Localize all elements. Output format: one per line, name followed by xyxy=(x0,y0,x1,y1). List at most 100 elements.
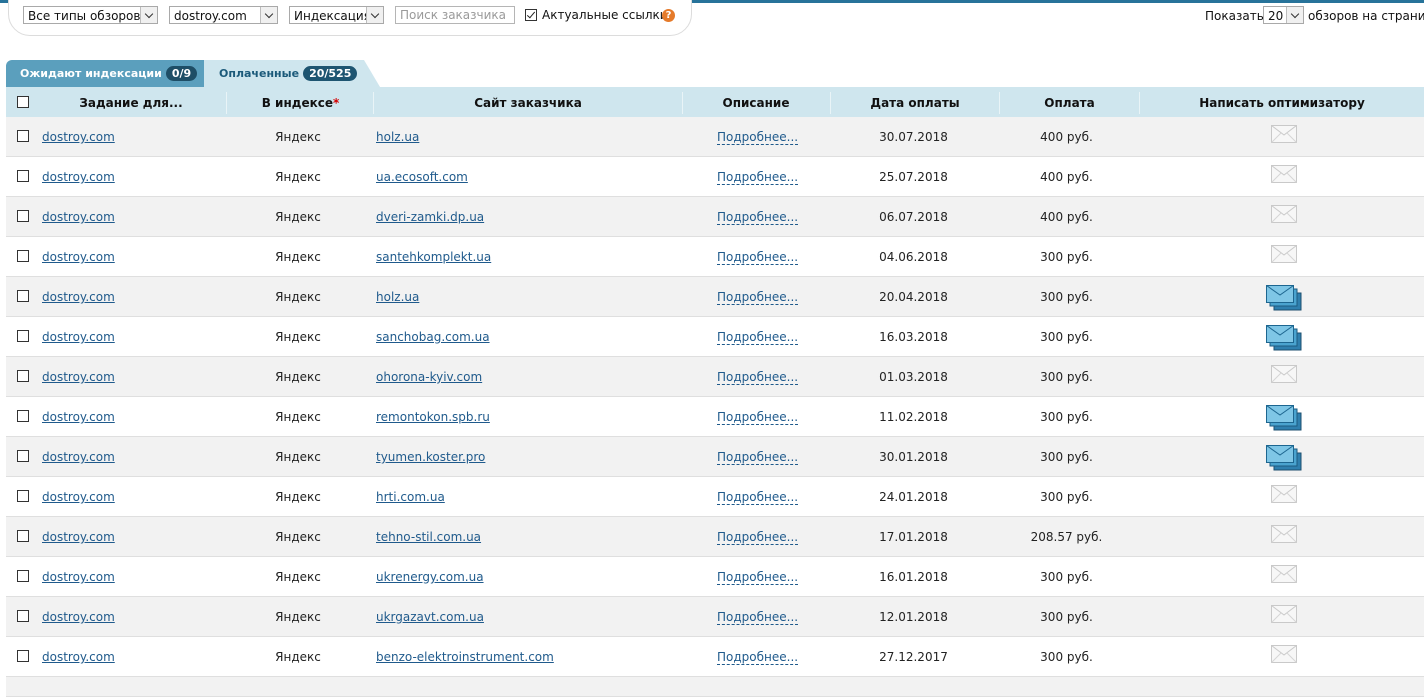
task-link[interactable]: dostroy.com xyxy=(42,397,115,436)
task-link[interactable]: dostroy.com xyxy=(42,637,115,676)
details-link[interactable]: Подробнее... xyxy=(717,330,799,345)
header-in-index[interactable]: В индексе* xyxy=(228,87,373,117)
customer-site-link[interactable]: sanchobag.com.ua xyxy=(376,317,490,356)
task-link[interactable]: dostroy.com xyxy=(42,557,115,596)
header-customer-site[interactable]: Сайт заказчика xyxy=(374,87,682,117)
grey-envelope-icon[interactable] xyxy=(1271,125,1297,143)
customer-site-link[interactable]: benzo-elektroinstrument.com xyxy=(376,637,554,676)
row-checkbox[interactable] xyxy=(17,570,29,582)
blue-envelopes-icon[interactable] xyxy=(1266,325,1302,351)
customer-site-link[interactable]: ua.ecosoft.com xyxy=(376,157,468,196)
table-row: dostroy.com Яндекс remontokon.spb.ru Под… xyxy=(6,397,1424,437)
grey-envelope-icon[interactable] xyxy=(1271,605,1297,623)
table-row: dostroy.com Яндекс santehkomplekt.ua Под… xyxy=(6,237,1424,277)
details-link[interactable]: Подробнее... xyxy=(717,410,799,425)
blue-envelopes-icon[interactable] xyxy=(1266,445,1302,471)
customer-site-link[interactable]: holz.ua xyxy=(376,117,419,156)
header-write-optimizer: Написать оптимизатору xyxy=(1199,96,1365,110)
payment-amount: 300 руб. xyxy=(1040,290,1093,304)
help-icon[interactable]: ? xyxy=(662,9,675,22)
row-checkbox[interactable] xyxy=(17,170,29,182)
customer-search-input[interactable] xyxy=(395,6,515,24)
grey-envelope-icon[interactable] xyxy=(1271,525,1297,543)
task-link[interactable]: dostroy.com xyxy=(42,237,115,276)
details-link[interactable]: Подробнее... xyxy=(717,130,799,145)
row-checkbox[interactable] xyxy=(17,130,29,142)
blue-envelopes-icon[interactable] xyxy=(1266,405,1302,431)
customer-site-link[interactable]: ohorona-kyiv.com xyxy=(376,357,482,396)
row-checkbox[interactable] xyxy=(17,370,29,382)
header-task[interactable]: Задание для... xyxy=(46,87,216,117)
customer-site-link[interactable]: remontokon.spb.ru xyxy=(376,397,490,436)
customer-site-link[interactable]: tyumen.koster.pro xyxy=(376,437,485,476)
task-link[interactable]: dostroy.com xyxy=(42,517,115,556)
details-link[interactable]: Подробнее... xyxy=(717,370,799,385)
details-link[interactable]: Подробнее... xyxy=(717,490,799,505)
grey-envelope-icon[interactable] xyxy=(1271,645,1297,663)
customer-site-link[interactable]: santehkomplekt.ua xyxy=(376,237,491,276)
details-link[interactable]: Подробнее... xyxy=(717,610,799,625)
blue-envelopes-icon[interactable] xyxy=(1266,285,1302,311)
row-checkbox[interactable] xyxy=(17,530,29,542)
tab-paid-label: Оплаченные xyxy=(219,67,300,80)
task-link[interactable]: dostroy.com xyxy=(42,597,115,636)
table-row: dostroy.com Яндекс tyumen.koster.pro Под… xyxy=(6,437,1424,477)
task-link[interactable]: dostroy.com xyxy=(42,197,115,236)
status-value: Индексация xyxy=(294,9,371,23)
grey-envelope-icon[interactable] xyxy=(1271,205,1297,223)
grey-envelope-icon[interactable] xyxy=(1271,565,1297,583)
row-checkbox[interactable] xyxy=(17,610,29,622)
customer-site-link[interactable]: dveri-zamki.dp.ua xyxy=(376,197,484,236)
grey-envelope-icon[interactable] xyxy=(1271,165,1297,183)
details-link[interactable]: Подробнее... xyxy=(717,650,799,665)
row-checkbox[interactable] xyxy=(17,330,29,342)
header-pay-date[interactable]: Дата оплаты xyxy=(831,87,999,117)
row-checkbox[interactable] xyxy=(17,650,29,662)
details-link[interactable]: Подробнее... xyxy=(717,250,799,265)
index-engine: Яндекс xyxy=(275,290,321,304)
tab-waiting-indexing[interactable]: Ожидают индексации 0/9 xyxy=(6,60,204,87)
row-checkbox[interactable] xyxy=(17,490,29,502)
task-link[interactable]: dostroy.com xyxy=(42,477,115,516)
chevron-down-icon xyxy=(366,7,383,23)
customer-site-link[interactable]: hrti.com.ua xyxy=(376,477,445,516)
task-link[interactable]: dostroy.com xyxy=(42,117,115,156)
task-link[interactable]: dostroy.com xyxy=(42,277,115,316)
task-link[interactable]: dostroy.com xyxy=(42,357,115,396)
customer-site-link[interactable]: ukrenergy.com.ua xyxy=(376,557,484,596)
index-engine: Яндекс xyxy=(275,530,321,544)
customer-site-link[interactable]: holz.ua xyxy=(376,277,419,316)
row-checkbox[interactable] xyxy=(17,210,29,222)
grey-envelope-icon[interactable] xyxy=(1271,245,1297,263)
actual-links-checkbox[interactable] xyxy=(525,9,537,21)
header-payment[interactable]: Оплата xyxy=(1000,87,1139,117)
details-link[interactable]: Подробнее... xyxy=(717,450,799,465)
details-link[interactable]: Подробнее... xyxy=(717,570,799,585)
status-select[interactable]: Индексация xyxy=(289,6,384,24)
site-select[interactable]: dostroy.com xyxy=(169,6,278,24)
grey-envelope-icon[interactable] xyxy=(1271,485,1297,503)
details-link[interactable]: Подробнее... xyxy=(717,290,799,305)
review-type-select[interactable]: Все типы обзоров xyxy=(23,6,158,24)
task-link[interactable]: dostroy.com xyxy=(42,437,115,476)
row-checkbox[interactable] xyxy=(17,250,29,262)
table-row: dostroy.com Яндекс holz.ua Подробнее... … xyxy=(6,277,1424,317)
customer-site-link[interactable]: ukrgazavt.com.ua xyxy=(376,597,484,636)
details-link[interactable]: Подробнее... xyxy=(717,530,799,545)
row-checkbox[interactable] xyxy=(17,450,29,462)
details-link[interactable]: Подробнее... xyxy=(717,170,799,185)
tab-paid-count: 20/525 xyxy=(303,66,358,81)
grey-envelope-icon[interactable] xyxy=(1271,365,1297,383)
details-link[interactable]: Подробнее... xyxy=(717,210,799,225)
row-checkbox[interactable] xyxy=(17,290,29,302)
task-link[interactable]: dostroy.com xyxy=(42,317,115,356)
tab-paid[interactable]: Оплаченные 20/525 xyxy=(204,60,364,87)
pay-date: 06.07.2018 xyxy=(879,210,948,224)
review-type-value: Все типы обзоров xyxy=(28,9,141,23)
customer-site-link[interactable]: tehno-stil.com.ua xyxy=(376,517,481,556)
row-checkbox[interactable] xyxy=(17,410,29,422)
task-link[interactable]: dostroy.com xyxy=(42,157,115,196)
table-row: dostroy.com Яндекс ukrenergy.com.ua Подр… xyxy=(6,557,1424,597)
per-page-select[interactable]: 20 xyxy=(1263,6,1304,24)
select-all-checkbox[interactable] xyxy=(17,96,29,108)
